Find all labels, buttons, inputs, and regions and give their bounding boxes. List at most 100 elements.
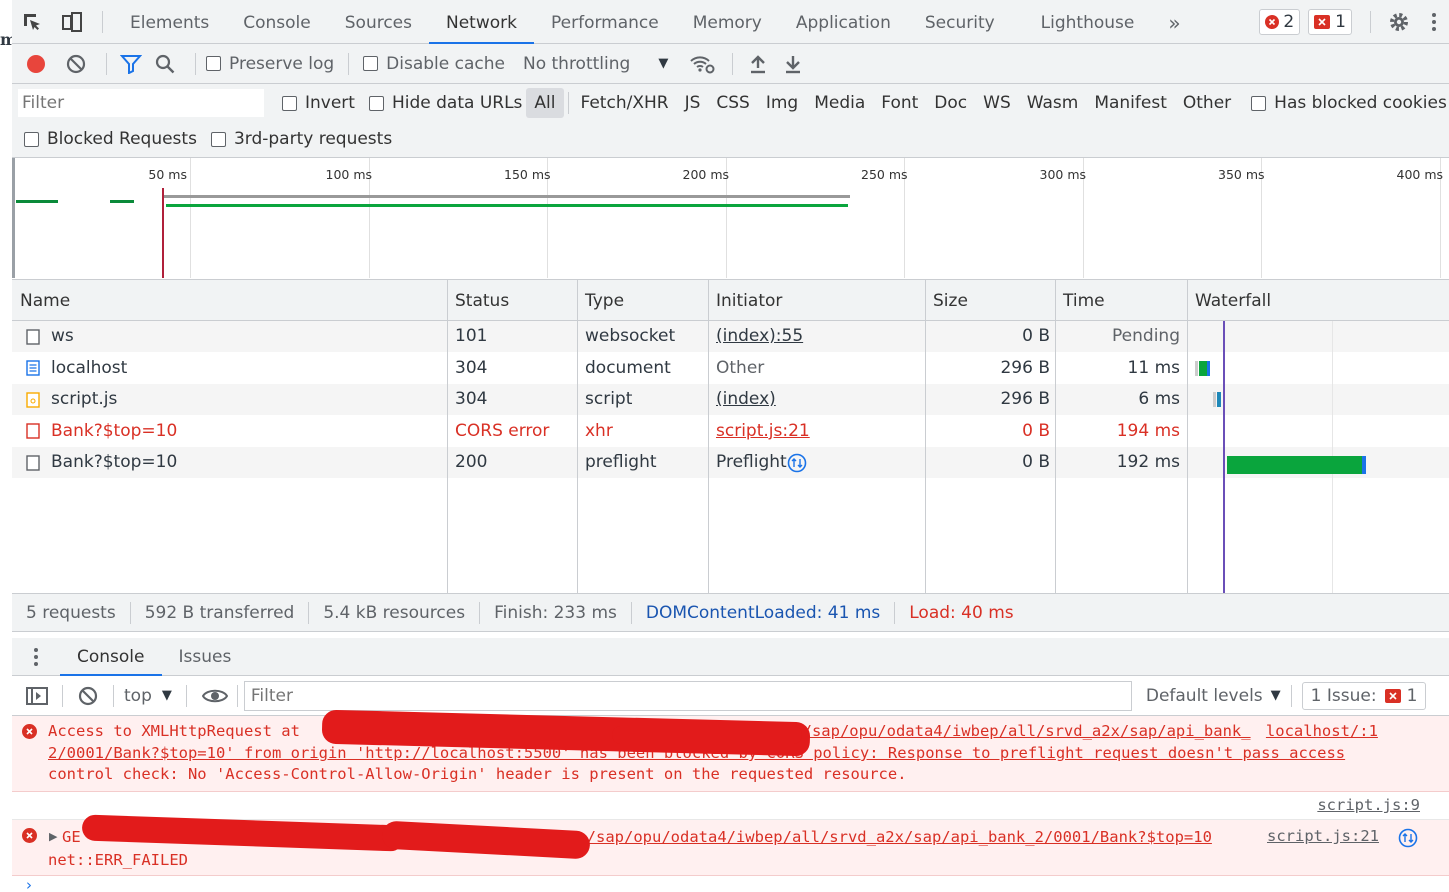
tab-console[interactable]: Console [226, 0, 328, 44]
tab-sources[interactable]: Sources [328, 0, 429, 44]
hide-data-urls-checkbox[interactable]: Hide data URLs [368, 93, 522, 113]
preserve-log-checkbox[interactable]: Preserve log [206, 54, 334, 74]
filter-type-wasm[interactable]: Wasm [1019, 88, 1087, 118]
column-header-initiator[interactable]: Initiator [708, 280, 782, 321]
overview-left-handle[interactable] [12, 158, 15, 278]
document-icon [26, 353, 40, 384]
filter-type-doc[interactable]: Doc [926, 88, 975, 118]
summary-requests: 5 requests [12, 601, 131, 624]
filter-type-js[interactable]: JS [677, 88, 709, 118]
has-blocked-cookies-checkbox[interactable]: Has blocked cookies [1251, 93, 1447, 113]
cell-time: 194 ms [1116, 420, 1180, 441]
blocked-requests-checkbox[interactable]: Blocked Requests [24, 129, 197, 149]
overview-bar-preflight [166, 204, 848, 207]
import-har-icon[interactable] [743, 54, 773, 74]
drawer-menu-icon[interactable] [12, 647, 60, 667]
filter-type-ws[interactable]: WS [975, 88, 1019, 118]
summary-load: Load: 40 ms [909, 602, 1014, 623]
column-header-time[interactable]: Time [1055, 280, 1105, 321]
filter-type-other[interactable]: Other [1175, 88, 1239, 118]
tab-application[interactable]: Application [779, 0, 908, 44]
throttling-select[interactable]: No throttling ▼ [523, 54, 668, 74]
more-tabs-icon[interactable]: » [1151, 0, 1197, 44]
device-toolbar-icon[interactable] [52, 0, 92, 44]
console-filter-input[interactable] [243, 680, 1132, 711]
cell-initiator[interactable]: (index) [716, 384, 776, 415]
kebab-menu-icon[interactable] [1419, 0, 1449, 44]
preflight-request-icon[interactable] [787, 447, 807, 478]
column-header-status[interactable]: Status [447, 280, 509, 321]
filter-type-font[interactable]: Font [873, 88, 926, 118]
export-har-icon[interactable] [773, 54, 813, 74]
log-levels-select[interactable]: Default levels ▼ [1146, 686, 1281, 706]
filter-funnel-icon[interactable] [117, 54, 145, 74]
search-icon[interactable] [145, 54, 185, 74]
sidebar-toggle-icon[interactable] [22, 686, 52, 706]
console-prompt-icon[interactable]: › [26, 876, 32, 892]
network-conditions-icon[interactable] [682, 54, 722, 74]
tab-network[interactable]: Network [429, 0, 534, 44]
record-icon[interactable] [22, 54, 50, 74]
network-request-icon[interactable] [1398, 828, 1418, 848]
live-expression-eye-icon[interactable] [197, 688, 233, 704]
cell-size: 296 B [1000, 357, 1050, 378]
script-source-link[interactable]: script.js:9 [1317, 796, 1420, 814]
issue-counter[interactable]: 1 [1308, 8, 1352, 35]
settings-gear-icon[interactable] [1379, 0, 1419, 44]
cell-size: 0 B [1022, 420, 1050, 441]
request-url-link[interactable]: /sap/opu/odata4/iwbep/all/srvd_a2x/sap/a… [587, 828, 1212, 846]
column-header-size[interactable]: Size [925, 280, 968, 321]
request-url-link[interactable]: 3/sap/opu/odata4/iwbep/all/srvd_a2x/sap/… [793, 722, 1250, 740]
cell-type: document [585, 357, 671, 378]
clear-icon[interactable] [56, 54, 96, 74]
drawer-tab-issues[interactable]: Issues [162, 638, 249, 676]
console-toolbar: top ▼ Default levels ▼ 1 Issue: 1 [12, 676, 1449, 716]
third-party-requests-checkbox[interactable]: 3rd-party requests [210, 129, 392, 149]
filter-input[interactable] [18, 89, 264, 117]
filter-type-img[interactable]: Img [758, 88, 806, 118]
filter-type-media[interactable]: Media [806, 88, 873, 118]
drawer-tab-console[interactable]: Console [60, 638, 162, 676]
inspect-element-icon[interactable] [12, 0, 52, 44]
issues-button[interactable]: 1 Issue: 1 [1301, 681, 1427, 710]
issue-square-icon [1314, 14, 1331, 29]
network-overview-timeline[interactable]: 50 ms 100 ms 150 ms 200 ms 250 ms 300 ms 350 m… [12, 158, 1449, 280]
error-counter[interactable]: 2 [1259, 8, 1301, 35]
column-header-type[interactable]: Type [577, 280, 624, 321]
waterfall-dcl-marker [1223, 321, 1225, 593]
devtools-tab-bar: Elements Console Sources Network Performance… [12, 0, 1449, 44]
invert-checkbox[interactable]: Invert [282, 93, 355, 113]
table-row[interactable]: Bank?$top=10 CORS error xhr script.js:21 0 B… [12, 416, 1449, 447]
script-source-link[interactable]: script.js:21 [1267, 827, 1379, 845]
tab-security[interactable]: Security [908, 0, 1012, 44]
context-select[interactable]: top ▼ [124, 686, 172, 706]
disable-cache-checkbox[interactable]: Disable cache [363, 54, 505, 74]
console-error-message: ▶ GE/sap/opu/odata4/iwbep/all/srvd_a2x/s… [12, 814, 1449, 876]
websocket-icon [26, 321, 40, 352]
tab-performance[interactable]: Performance [534, 0, 676, 44]
table-row[interactable]: script.js 304 script (index) 296 B 6 ms [12, 384, 1449, 416]
cell-time: 6 ms [1138, 389, 1180, 410]
localhost-source-link[interactable]: localhost/:1 [1266, 722, 1378, 740]
filter-type-all[interactable]: All [526, 88, 564, 118]
table-row[interactable]: ws 101 websocket (index):55 0 B Pending [12, 321, 1449, 352]
overview-bar-localhost [16, 200, 58, 203]
network-filter-bar: Invert Hide data URLs All Fetch/XHRJSCSSI… [12, 84, 1449, 158]
summary-transferred: 592 B transferred [131, 601, 310, 624]
cell-initiator[interactable]: (index):55 [716, 321, 803, 352]
overview-tick-label: 300 ms [1039, 167, 1087, 182]
clear-console-icon[interactable] [73, 686, 103, 706]
filter-type-manifest[interactable]: Manifest [1086, 88, 1175, 118]
column-header-name[interactable]: Name [12, 280, 70, 321]
cell-initiator[interactable]: script.js:21 [716, 416, 810, 447]
tab-lighthouse[interactable]: Lighthouse [1024, 0, 1152, 44]
expand-triangle-icon[interactable]: ▶ [49, 830, 57, 843]
tab-elements[interactable]: Elements [113, 0, 226, 44]
column-header-waterfall[interactable]: Waterfall [1187, 280, 1271, 321]
overview-tick-label: 200 ms [682, 167, 730, 182]
filter-type-fetchxhr[interactable]: Fetch/XHR [573, 88, 677, 118]
console-error-message: Access to XMLHttpRequest at 3/sap/opu/od… [12, 709, 1449, 792]
tab-memory[interactable]: Memory [676, 0, 779, 44]
table-row[interactable]: localhost 304 document Other 296 B 11 ms [12, 353, 1449, 384]
filter-type-css[interactable]: CSS [708, 88, 757, 118]
